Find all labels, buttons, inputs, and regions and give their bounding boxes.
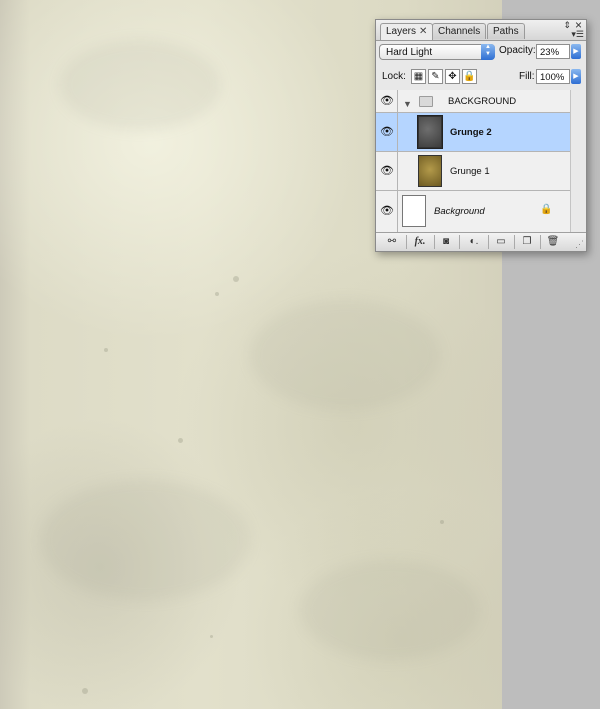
grunge-speck <box>440 520 444 524</box>
visibility-toggle[interactable]: 👁 <box>376 113 398 151</box>
layer-name: Grunge 2 <box>450 127 492 138</box>
grunge-texture <box>60 40 220 130</box>
toolbar-divider <box>434 235 435 249</box>
layers-panel: Layers ✕ Channels Paths ⇕ × ▾☰ Hard Light… <box>375 18 587 252</box>
grunge-texture <box>40 480 250 600</box>
fill-slider-button[interactable]: ▶ <box>571 69 581 84</box>
toolbar-divider <box>540 235 541 249</box>
link-layers-icon[interactable]: ⚯ <box>382 235 402 249</box>
visibility-toggle[interactable]: 👁 <box>376 152 398 190</box>
lock-row: Lock: ▦ ✎ ✥ 🔒 Fill: 100% ▶ <box>376 66 586 91</box>
panel-bottom-toolbar: ⚯ fx. ◙ ◐. ▭ ❐ 🗑 ⋰ <box>376 232 586 251</box>
disclosure-triangle-icon[interactable]: ▼ <box>403 99 412 109</box>
visibility-toggle[interactable]: 👁 <box>376 90 398 112</box>
toolbar-divider <box>514 235 515 249</box>
fill-label: Fill: <box>519 71 535 82</box>
layer-thumbnail <box>417 115 443 149</box>
toolbar-divider <box>406 235 407 249</box>
lock-all-icon[interactable]: 🔒 <box>462 69 477 84</box>
layers-list: 👁 ▼ BACKGROUND 👁 Grunge 2 👁 Grunge 1 👁 B… <box>376 90 570 232</box>
eye-icon: 👁 <box>380 165 394 177</box>
opacity-label: Opacity: <box>499 45 536 56</box>
visibility-toggle[interactable]: 👁 <box>376 191 398 232</box>
grunge-texture <box>300 560 480 660</box>
opacity-slider-button[interactable]: ▶ <box>571 44 581 59</box>
layer-mask-icon[interactable]: ◙ <box>438 235 454 249</box>
grunge-speck <box>215 292 219 296</box>
panel-menu-icon[interactable]: ▾☰ <box>571 29 584 40</box>
grunge-speck <box>82 688 88 694</box>
layer-background[interactable]: 👁 Background 🔒 <box>376 191 570 232</box>
layer-grunge-1[interactable]: 👁 Grunge 1 <box>376 152 570 191</box>
blend-row: Hard Light ▲ ▼ Opacity: 23% ▶ <box>376 41 586 65</box>
folder-icon <box>419 96 433 107</box>
adjustment-layer-icon[interactable]: ◐. <box>464 235 484 249</box>
panel-tab-bar: Layers ✕ Channels Paths ⇕ × ▾☰ <box>376 18 586 41</box>
layer-name: Background <box>434 206 485 217</box>
lock-position-icon[interactable]: ✥ <box>445 69 460 84</box>
lock-icon: 🔒 <box>540 204 553 215</box>
fill-field[interactable]: 100% <box>536 69 570 84</box>
resize-grip-icon[interactable]: ⋰ <box>575 239 584 250</box>
grunge-texture <box>250 300 440 410</box>
layer-group-background[interactable]: 👁 ▼ BACKGROUND <box>376 90 570 113</box>
tab-layers[interactable]: Layers ✕ <box>380 23 434 40</box>
toolbar-divider <box>488 235 489 249</box>
layers-scrollbar[interactable] <box>570 90 586 232</box>
grunge-speck <box>210 635 213 638</box>
trash-icon[interactable]: 🗑 <box>546 235 560 249</box>
toolbar-divider <box>459 235 460 249</box>
new-group-icon[interactable]: ▭ <box>494 235 508 249</box>
new-layer-icon[interactable]: ❐ <box>520 235 534 249</box>
opacity-field[interactable]: 23% <box>536 44 570 59</box>
layer-style-icon[interactable]: fx. <box>410 235 430 249</box>
lock-label: Lock: <box>382 71 406 82</box>
layer-thumbnail <box>418 155 442 187</box>
lock-transparent-pixels-icon[interactable]: ▦ <box>411 69 426 84</box>
grunge-speck <box>233 276 239 282</box>
layer-name: Grunge 1 <box>450 166 490 177</box>
grunge-speck <box>178 438 183 443</box>
blend-mode-select[interactable]: Hard Light ▲ ▼ <box>379 44 495 60</box>
collapse-icon[interactable]: ⇕ <box>563 20 571 31</box>
eye-icon: 👁 <box>380 205 394 217</box>
tab-channels[interactable]: Channels <box>432 23 487 39</box>
lock-image-pixels-icon[interactable]: ✎ <box>428 69 443 84</box>
eye-icon: 👁 <box>380 95 394 107</box>
close-icon[interactable]: ✕ <box>419 26 427 37</box>
layer-grunge-2[interactable]: 👁 Grunge 2 <box>376 113 570 152</box>
layer-name: BACKGROUND <box>448 96 517 107</box>
eye-icon: 👁 <box>380 126 394 138</box>
grunge-speck <box>104 348 108 352</box>
layer-thumbnail <box>402 195 426 227</box>
chevron-updown-icon: ▲ ▼ <box>481 44 495 60</box>
tab-paths[interactable]: Paths <box>487 23 525 39</box>
